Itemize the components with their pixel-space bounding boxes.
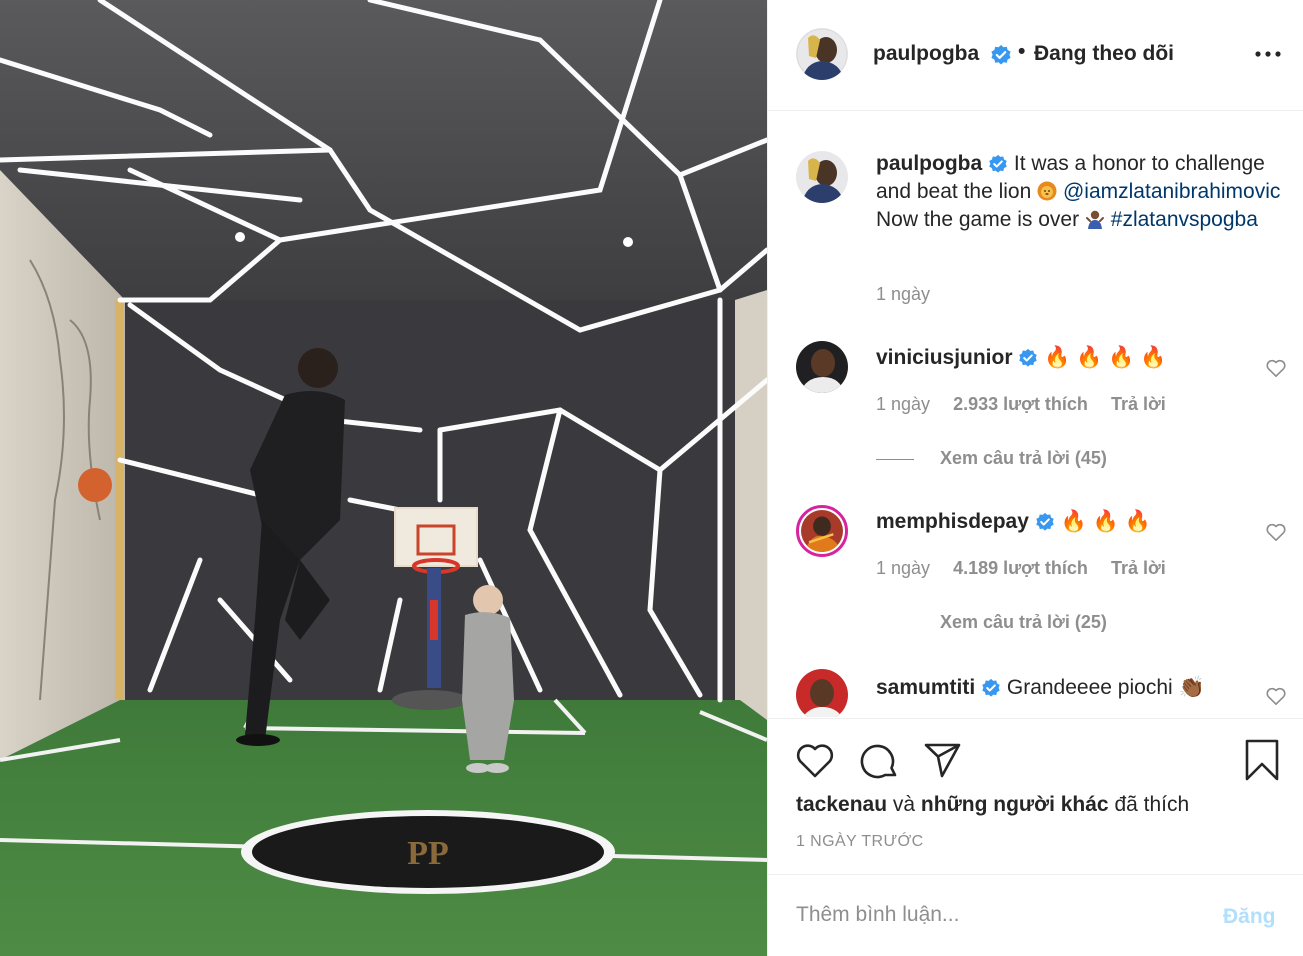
comment-meta: 1 ngày 2.933 lượt thích Trả lời	[876, 394, 1184, 415]
verified-badge-icon	[982, 679, 1000, 698]
post-actions: tackenau và những người khác đã thích 1 …	[768, 718, 1303, 956]
commenter-avatar[interactable]	[796, 341, 848, 393]
media-scene: PP	[0, 0, 767, 956]
commenter-avatar[interactable]	[796, 505, 848, 557]
replies-divider	[876, 458, 914, 460]
comment-text: samumtiti Grandeeee piochi 👏🏾	[876, 674, 1216, 702]
comment-time[interactable]: 1 ngày	[876, 558, 930, 578]
post-caption: paulpogba It was a honor to challenge an…	[876, 150, 1296, 234]
post-panel: paulpogba • Đang theo dõi paulpogba It w…	[767, 0, 1303, 956]
add-comment-bar: Đăng	[768, 874, 1303, 956]
share-icon[interactable]	[923, 741, 963, 779]
header-separator: •	[1018, 40, 1026, 63]
comment-meta: 1 ngày 4.189 lượt thích Trả lời	[876, 558, 1184, 579]
heart-icon[interactable]	[1265, 686, 1287, 706]
post-timestamp[interactable]: 1 NGÀY TRƯỚC	[796, 833, 924, 851]
shrug-emoji-icon	[1085, 210, 1104, 229]
liked-by-suffix: đã thích	[1114, 793, 1190, 816]
caption-timestamp[interactable]: 1 ngày	[876, 284, 930, 305]
caption-mention[interactable]: @iamzlatanibrahimovic	[1063, 180, 1280, 203]
comment-text: memphisdepay 🔥 🔥 🔥	[876, 510, 1151, 534]
lion-emoji-icon	[1037, 181, 1057, 201]
svg-text:PP: PP	[407, 835, 449, 872]
liked-by-summary: tackenau và những người khác đã thích	[796, 793, 1189, 817]
verified-badge-icon	[989, 155, 1007, 174]
reply-button[interactable]: Trả lời	[1111, 558, 1166, 578]
caption-username[interactable]: paulpogba	[876, 152, 982, 175]
comment-time[interactable]: 1 ngày	[876, 394, 930, 414]
avatar-image	[801, 510, 843, 552]
comment-username[interactable]: memphisdepay	[876, 510, 1029, 533]
heart-icon[interactable]	[795, 741, 835, 779]
comment-username[interactable]: viniciusjunior	[876, 346, 1013, 369]
view-replies-button[interactable]: Xem câu trả lời (25)	[876, 612, 1107, 633]
comment-input[interactable]	[796, 903, 1176, 927]
bookmark-icon[interactable]	[1244, 739, 1280, 781]
comment-body: Grandeeee piochi 👏🏾	[1006, 676, 1205, 699]
more-options-icon[interactable]	[1253, 44, 1283, 64]
caption-author-avatar[interactable]	[796, 151, 848, 203]
avatar-image	[796, 151, 848, 203]
comment-likes[interactable]: 2.933 lượt thích	[953, 394, 1088, 414]
view-replies-label: Xem câu trả lời (45)	[940, 448, 1107, 468]
caption-hashtag[interactable]: #zlatanvspogba	[1111, 208, 1258, 231]
view-replies-button[interactable]: Xem câu trả lời (45)	[876, 448, 1107, 469]
comment-body: 🔥 🔥 🔥	[1060, 510, 1151, 533]
comments-list[interactable]: paulpogba It was a honor to challenge an…	[768, 111, 1303, 717]
verified-badge-icon	[1019, 349, 1038, 368]
heart-icon[interactable]	[1265, 358, 1287, 378]
liked-by-others[interactable]: những người khác	[921, 793, 1109, 816]
author-avatar[interactable]	[796, 28, 848, 80]
liked-by-connector: và	[892, 793, 916, 816]
avatar-image	[796, 341, 848, 393]
follow-status-button[interactable]: Đang theo dõi	[1034, 42, 1174, 66]
commenter-avatar[interactable]	[796, 669, 848, 717]
verified-badge-icon	[1036, 513, 1054, 532]
avatar-image	[796, 669, 848, 717]
comment-icon[interactable]	[859, 741, 899, 781]
comment-likes[interactable]: 4.189 lượt thích	[953, 558, 1088, 578]
comment-username[interactable]: samumtiti	[876, 676, 975, 699]
comment-text: viniciusjunior 🔥 🔥 🔥 🔥	[876, 346, 1166, 370]
heart-icon[interactable]	[1265, 522, 1287, 542]
liked-by-username[interactable]: tackenau	[796, 793, 887, 816]
view-replies-label: Xem câu trả lời (25)	[940, 612, 1107, 632]
post-header: paulpogba • Đang theo dõi	[768, 0, 1303, 111]
reply-button[interactable]: Trả lời	[1111, 394, 1166, 414]
post-media[interactable]: PP	[0, 0, 767, 956]
avatar-image	[796, 28, 848, 80]
author-username[interactable]: paulpogba	[873, 42, 979, 66]
verified-badge-icon	[991, 45, 1011, 65]
post-comment-button[interactable]: Đăng	[1223, 905, 1276, 929]
caption-text-2: Now the game is over	[876, 208, 1080, 231]
comment-body: 🔥 🔥 🔥 🔥	[1044, 346, 1167, 369]
